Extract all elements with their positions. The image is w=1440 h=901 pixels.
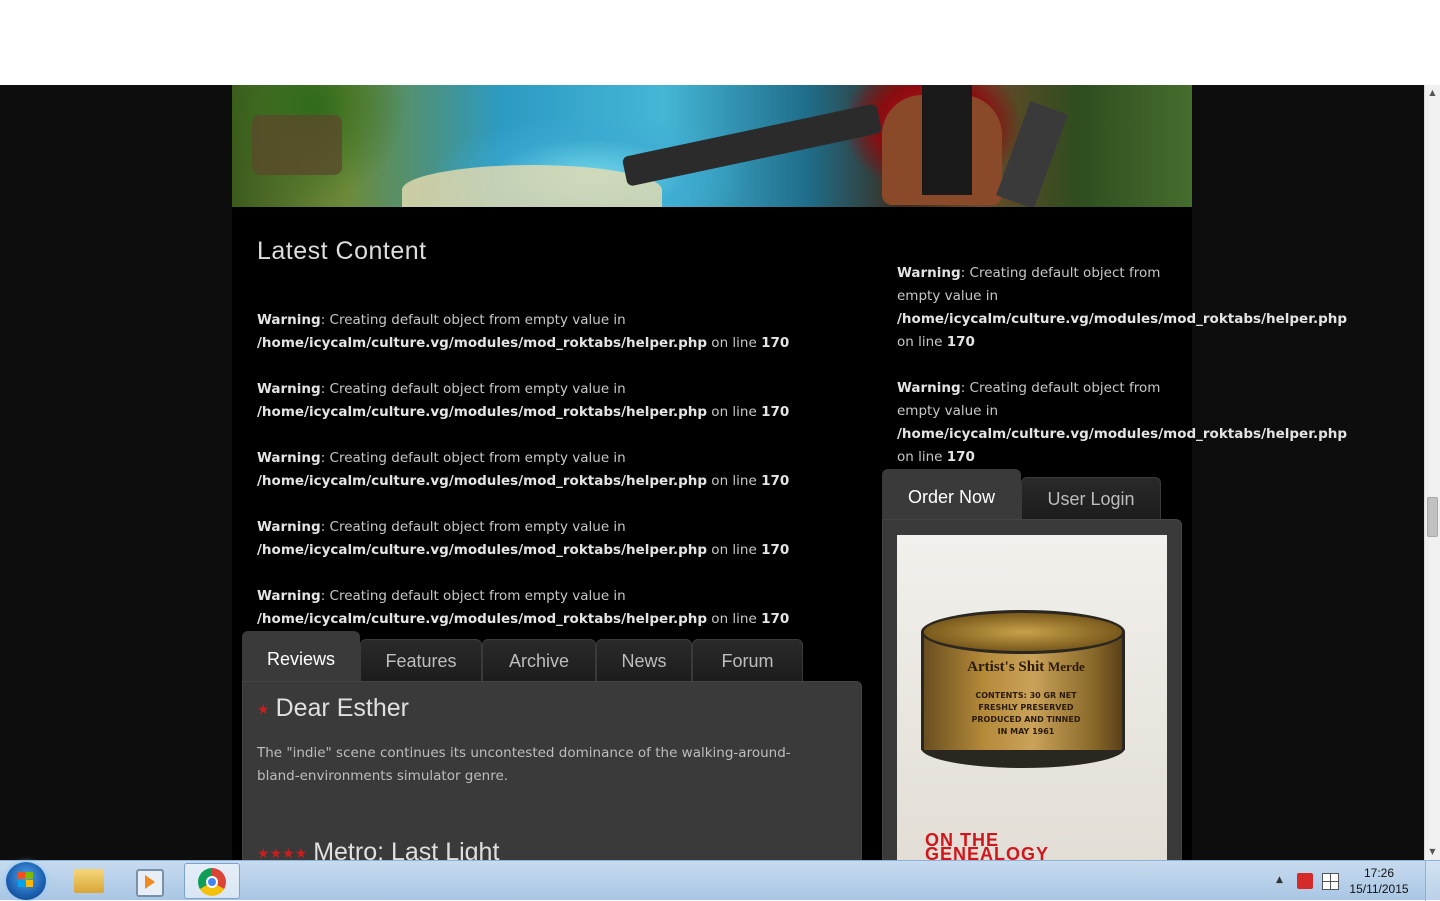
- can-illustration: Artist's Shit Merde CONTENTS: 30 GR NET …: [921, 610, 1125, 768]
- start-button[interactable]: [6, 862, 46, 900]
- warning-online: on line: [707, 404, 762, 420]
- scrollbar-thumb[interactable]: [1427, 497, 1438, 537]
- can-label-text: Artist's Shit Merde: [951, 658, 1101, 676]
- warning-line: 170: [946, 449, 975, 465]
- banner-beach: [402, 165, 662, 207]
- php-warning: Warning: Creating default object from em…: [257, 447, 817, 493]
- system-clock[interactable]: 17:26 15/11/2015: [1344, 865, 1414, 897]
- tab-order-now[interactable]: Order Now: [882, 469, 1021, 519]
- warning-path: /home/icycalm/culture.vg/modules/mod_rok…: [257, 335, 708, 351]
- reviews-panel: ★ Dear Esther The "indie" scene continues…: [242, 681, 862, 860]
- warning-path: /home/icycalm/culture.vg/modules/mod_rok…: [897, 426, 1348, 442]
- banner-pistol: [922, 85, 972, 195]
- can-lid: [921, 610, 1125, 654]
- warning-message-cont: empty value in: [897, 403, 999, 419]
- warning-line: 170: [946, 334, 975, 350]
- warning-line: 170: [761, 473, 790, 489]
- warning-online: on line: [707, 542, 762, 558]
- warning-label: Warning: [257, 588, 321, 604]
- scroll-up-icon[interactable]: ▲: [1425, 85, 1440, 101]
- warning-label: Warning: [257, 381, 321, 397]
- warning-message: : Creating default object from empty val…: [320, 519, 626, 535]
- warning-path: /home/icycalm/culture.vg/modules/mod_rok…: [257, 404, 708, 420]
- warning-message: : Creating default object from: [960, 265, 1161, 281]
- vertical-scrollbar[interactable]: ▲ ▼: [1424, 85, 1440, 860]
- warning-message: : Creating default object from: [960, 380, 1161, 396]
- warning-line: 170: [761, 611, 790, 627]
- star-rating-icon: ★: [257, 700, 270, 717]
- warning-line: 170: [761, 404, 790, 420]
- tab-archive[interactable]: Archive: [482, 639, 596, 681]
- browser-viewport: Latest Content Warning: Creating default…: [0, 85, 1424, 860]
- chrome-icon: [198, 868, 226, 896]
- warning-path: /home/icycalm/culture.vg/modules/mod_rok…: [257, 611, 708, 627]
- warning-label: Warning: [257, 312, 321, 328]
- warning-line: 170: [761, 542, 790, 558]
- scroll-down-icon[interactable]: ▼: [1425, 844, 1440, 860]
- action-center-icon[interactable]: [1322, 873, 1339, 890]
- can-label-1: Artist's Shit: [967, 659, 1045, 675]
- warning-message: : Creating default object from empty val…: [320, 312, 626, 328]
- warning-online: on line: [897, 334, 947, 350]
- review-item[interactable]: ★ Dear Esther: [257, 694, 409, 723]
- warning-path: /home/icycalm/culture.vg/modules/mod_rok…: [897, 311, 1348, 327]
- media-player-icon: [136, 869, 164, 897]
- order-now-panel: Artist's Shit Merde CONTENTS: 30 GR NET …: [882, 519, 1182, 860]
- php-warning: Warning: Creating default object from em…: [257, 309, 817, 355]
- tray-expand-icon[interactable]: ▲: [1276, 875, 1283, 885]
- can-small-text: CONTENTS: 30 GR NET FRESHLY PRESERVED PR…: [971, 691, 1081, 736]
- windows-flag-icon: [18, 872, 34, 888]
- product-cover-image[interactable]: Artist's Shit Merde CONTENTS: 30 GR NET …: [897, 535, 1167, 860]
- taskbar-chrome-button[interactable]: [184, 863, 240, 899]
- antivirus-icon[interactable]: [1297, 873, 1313, 889]
- php-warning: Warning: Creating default object from em…: [257, 516, 817, 562]
- tab-news[interactable]: News: [596, 639, 692, 681]
- warning-path: /home/icycalm/culture.vg/modules/mod_rok…: [257, 542, 708, 558]
- header-banner-image: [232, 85, 1192, 207]
- php-warning: Warning: Creating default object from em…: [257, 378, 817, 424]
- warning-online: on line: [897, 449, 947, 465]
- folder-icon: [74, 869, 104, 893]
- review-title[interactable]: Metro: Last Light: [313, 838, 499, 860]
- clock-date: 15/11/2015: [1349, 882, 1409, 896]
- show-desktop-button[interactable]: [1425, 861, 1440, 901]
- banner-rifle: [996, 101, 1068, 207]
- book-title-text: ON THE GENEALOGY: [925, 830, 1050, 860]
- tab-reviews[interactable]: Reviews: [242, 631, 360, 681]
- banner-gun: [621, 103, 883, 187]
- tab-forum[interactable]: Forum: [692, 639, 803, 681]
- clock-time: 17:26: [1363, 866, 1395, 880]
- sidebar-php-warning: Warning: Creating default object from em…: [897, 262, 1347, 354]
- warning-online: on line: [707, 611, 762, 627]
- warning-message: : Creating default object from empty val…: [320, 381, 626, 397]
- review-description: The "indie" scene continues its uncontes…: [257, 745, 791, 784]
- php-warning: Warning: Creating default object from em…: [257, 585, 817, 631]
- warning-label: Warning: [897, 380, 961, 396]
- taskbar-media-player-button[interactable]: [122, 863, 178, 899]
- windows-taskbar: ▲ 17:26 15/11/2015: [0, 860, 1440, 901]
- review-title[interactable]: Dear Esther: [276, 694, 409, 722]
- tab-features[interactable]: Features: [360, 639, 482, 681]
- star-rating-icon: ★★★★: [257, 844, 308, 860]
- taskbar-explorer-button[interactable]: [60, 863, 116, 899]
- warning-label: Warning: [257, 450, 321, 466]
- warning-message-cont: empty value in: [897, 288, 999, 304]
- warning-line: 170: [761, 335, 790, 351]
- page-content: Latest Content Warning: Creating default…: [232, 85, 1347, 860]
- browser-top-area: [0, 0, 1440, 85]
- latest-content-heading: Latest Content: [257, 237, 427, 265]
- warning-online: on line: [707, 473, 762, 489]
- warning-label: Warning: [897, 265, 961, 281]
- review-item[interactable]: ★★★★ Metro: Last Light: [257, 838, 499, 860]
- can-label-2: Merde: [1048, 659, 1085, 674]
- warning-label: Warning: [257, 519, 321, 535]
- warning-message: : Creating default object from empty val…: [320, 450, 626, 466]
- banner-hut: [252, 115, 342, 175]
- warning-online: on line: [707, 335, 762, 351]
- warning-path: /home/icycalm/culture.vg/modules/mod_rok…: [257, 473, 708, 489]
- warning-message: : Creating default object from empty val…: [320, 588, 626, 604]
- tab-user-login[interactable]: User Login: [1021, 477, 1161, 519]
- sidebar-php-warning: Warning: Creating default object from em…: [897, 377, 1347, 469]
